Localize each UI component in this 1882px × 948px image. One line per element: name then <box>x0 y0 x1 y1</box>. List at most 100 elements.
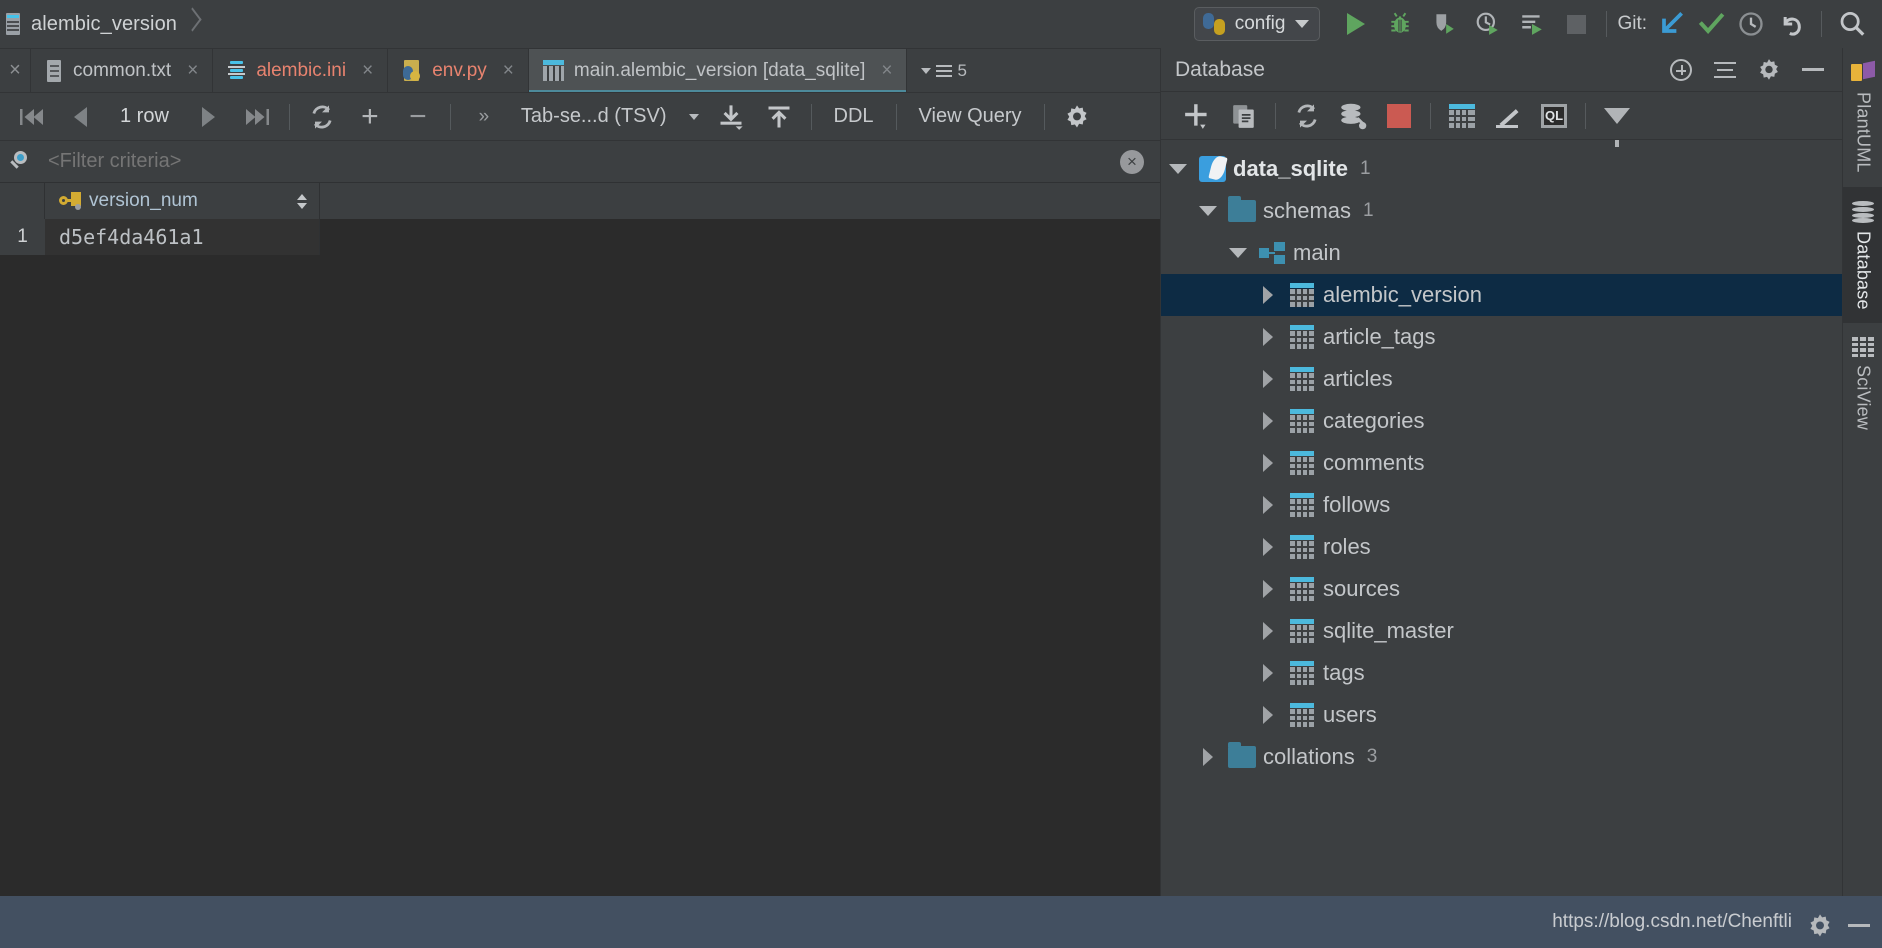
duplicate-button[interactable] <box>1221 95 1267 137</box>
status-minimize-icon[interactable] <box>1848 924 1870 927</box>
tab-common-txt[interactable]: common.txt × <box>30 49 212 92</box>
tree-node-categories[interactable]: categories <box>1161 400 1842 442</box>
tree-node-collations[interactable]: collations 3 <box>1161 736 1842 778</box>
expand-toggle[interactable] <box>1251 622 1285 640</box>
jump-to-table-button[interactable] <box>1439 95 1485 137</box>
profile-button[interactable] <box>1468 4 1508 44</box>
next-page-button[interactable] <box>185 95 233 139</box>
prev-page-button[interactable] <box>56 95 104 139</box>
expand-toggle[interactable] <box>1251 370 1285 388</box>
tree-node-tags[interactable]: tags <box>1161 652 1842 694</box>
run-coverage-button[interactable] <box>1424 4 1464 44</box>
expand-toggle[interactable] <box>1251 496 1285 514</box>
tabs-overflow-button[interactable]: 5 <box>906 49 980 92</box>
debug-button[interactable] <box>1380 4 1420 44</box>
expand-toggle[interactable] <box>1251 538 1285 556</box>
refresh-button[interactable] <box>1284 95 1330 137</box>
sort-icon[interactable] <box>297 193 307 209</box>
add-row-button[interactable]: + <box>346 95 394 139</box>
expand-toggle[interactable] <box>1161 164 1195 174</box>
tree-node-sources[interactable]: sources <box>1161 568 1842 610</box>
filter-search-icon[interactable] <box>8 150 34 174</box>
tree-node-sqlite-master[interactable]: sqlite_master <box>1161 610 1842 652</box>
tool-button-database[interactable]: Database <box>1843 186 1882 324</box>
tree-node-users[interactable]: users <box>1161 694 1842 736</box>
settings-button[interactable] <box>1752 53 1786 87</box>
expand-toggle[interactable] <box>1251 286 1285 304</box>
view-query-button[interactable]: View Query <box>905 105 1036 128</box>
cell-version-num[interactable]: d5ef4da461a1 <box>45 219 320 255</box>
tree-node-follows[interactable]: follows <box>1161 484 1842 526</box>
search-everywhere-button[interactable] <box>1832 4 1872 44</box>
breadcrumb[interactable]: alembic_version <box>0 0 201 48</box>
git-commit-button[interactable] <box>1691 4 1731 44</box>
git-update-button[interactable] <box>1651 4 1691 44</box>
close-icon[interactable]: × <box>503 60 514 82</box>
close-all-tabs-button[interactable]: × <box>0 49 30 92</box>
table-icon <box>1285 493 1319 517</box>
tab-alembic-ini[interactable]: alembic.ini × <box>212 49 387 92</box>
close-icon[interactable]: × <box>881 60 892 82</box>
tool-button-plantuml[interactable]: PlantUML <box>1843 48 1882 187</box>
close-icon[interactable]: × <box>362 60 373 82</box>
expand-toggle[interactable] <box>1221 248 1255 258</box>
expand-toolbar-button[interactable]: » <box>459 95 507 139</box>
export-data-button[interactable] <box>707 95 755 139</box>
tree-node-roles[interactable]: roles <box>1161 526 1842 568</box>
data-source-properties-button[interactable] <box>1330 95 1376 137</box>
open-console-button[interactable]: QL <box>1531 95 1577 137</box>
collapse-all-button[interactable] <box>1708 53 1742 87</box>
chevron-down-icon[interactable] <box>1295 20 1310 28</box>
tree-node-comments[interactable]: comments <box>1161 442 1842 484</box>
import-data-button[interactable] <box>755 95 803 139</box>
tree-node-data-sqlite[interactable]: data_sqlite 1 <box>1161 148 1842 190</box>
tool-button-sciview[interactable]: SciView <box>1843 323 1882 444</box>
hide-panel-button[interactable] <box>1796 53 1830 87</box>
grid-settings-button[interactable] <box>1053 95 1101 139</box>
tree-node-schemas[interactable]: schemas 1 <box>1161 190 1842 232</box>
tool-button-label: Database <box>1853 230 1874 310</box>
run-with-params-button[interactable] <box>1512 4 1552 44</box>
reload-button[interactable] <box>298 95 346 139</box>
expand-toggle[interactable] <box>1191 748 1225 766</box>
clear-filter-icon[interactable]: × <box>1120 149 1144 174</box>
stop-button[interactable] <box>1556 4 1596 44</box>
modify-button[interactable] <box>1485 95 1531 137</box>
tree-node-count: 3 <box>1366 746 1378 767</box>
grid-column-header-version-num[interactable]: version_num <box>45 183 320 219</box>
git-history-button[interactable] <box>1731 4 1771 44</box>
checkmark-icon <box>1698 13 1725 34</box>
gear-icon <box>1810 914 1830 937</box>
expand-toggle[interactable] <box>1251 664 1285 682</box>
tab-env-py[interactable]: env.py × <box>387 49 528 92</box>
run-configuration-selector[interactable]: config <box>1193 7 1321 41</box>
ddl-button[interactable]: DDL <box>820 105 888 128</box>
expand-toggle[interactable] <box>1251 706 1285 724</box>
expand-toggle[interactable] <box>1191 206 1225 216</box>
new-button[interactable] <box>1175 95 1221 137</box>
output-format-label[interactable]: Tab-se...d (TSV) <box>507 105 681 128</box>
table-row[interactable]: 1 d5ef4da461a1 <box>0 219 1160 255</box>
tree-node-articles[interactable]: articles <box>1161 358 1842 400</box>
filter-button[interactable] <box>1594 95 1640 147</box>
delete-row-button[interactable]: − <box>394 95 442 139</box>
git-rollback-button[interactable] <box>1771 4 1811 44</box>
status-settings-button[interactable] <box>1806 912 1834 945</box>
run-button[interactable] <box>1336 4 1376 44</box>
tree-node-article-tags[interactable]: article_tags <box>1161 316 1842 358</box>
expand-toggle[interactable] <box>1251 328 1285 346</box>
tree-node-main[interactable]: main <box>1161 232 1842 274</box>
stop-button[interactable] <box>1376 95 1422 137</box>
expand-toggle[interactable] <box>1251 412 1285 430</box>
close-icon[interactable]: × <box>187 60 198 82</box>
last-page-button[interactable] <box>233 95 281 139</box>
expand-toggle[interactable] <box>1251 580 1285 598</box>
expand-toggle[interactable] <box>1251 454 1285 472</box>
add-data-source-button[interactable] <box>1664 53 1698 87</box>
format-dropdown-button[interactable] <box>681 95 707 139</box>
first-page-button[interactable] <box>8 95 56 139</box>
tab-main-alembic-version[interactable]: main.alembic_version [data_sqlite] × <box>527 49 907 93</box>
filter-input[interactable] <box>34 150 1120 173</box>
funnel-icon <box>1604 107 1630 147</box>
tree-node-alembic-version[interactable]: alembic_version <box>1161 274 1842 316</box>
